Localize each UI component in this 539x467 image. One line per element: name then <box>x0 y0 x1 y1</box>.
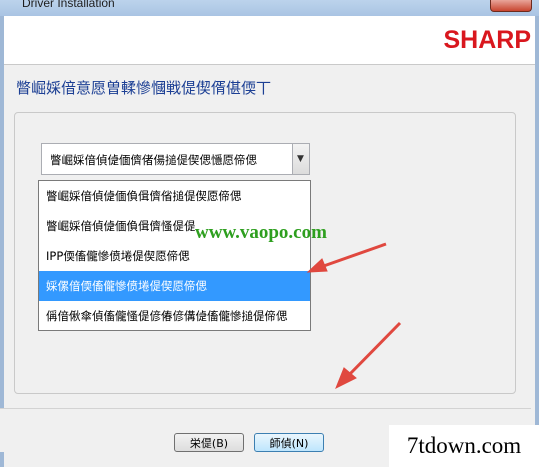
next-button[interactable]: 師偵(N) <box>254 433 324 452</box>
arrow-line-1 <box>317 242 387 270</box>
annotation-arrows <box>306 242 402 390</box>
arrow-head-1 <box>306 258 328 273</box>
back-button[interactable]: 栄偍(B) <box>174 433 244 452</box>
site-watermark: 7tdown.com <box>389 425 539 467</box>
arrow-line-2 <box>344 321 402 380</box>
